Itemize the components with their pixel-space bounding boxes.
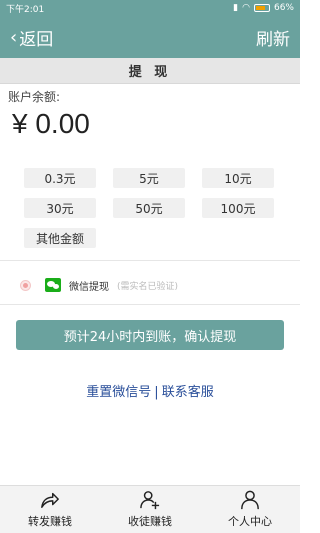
nav-item-profile[interactable]: 个人中心 xyxy=(200,486,300,533)
refresh-button[interactable]: 刷新 xyxy=(256,25,290,50)
wechat-icon xyxy=(45,278,61,292)
wechat-withdraw-option[interactable]: 微信提现 (需实名已验证) xyxy=(0,274,300,296)
battery-icon xyxy=(253,4,270,12)
user-icon xyxy=(241,490,259,510)
chevron-left-icon: ‹ xyxy=(10,26,18,48)
divider xyxy=(0,260,300,261)
add-user-icon xyxy=(140,491,160,510)
amount-option-5[interactable]: 5元 xyxy=(113,168,185,188)
battery-percent: 66% xyxy=(273,3,294,13)
nav-item-share[interactable]: 转发赚钱 xyxy=(0,486,100,533)
link-separator: | xyxy=(154,385,159,400)
wifi-icon: ◠ xyxy=(242,3,250,13)
status-bar: 下午2:01 ▮ ◠ 66% xyxy=(0,0,300,16)
status-icons: ▮ ◠ 66% xyxy=(233,3,294,13)
status-time: 下午2:01 xyxy=(6,4,45,15)
signal-icon: ▮ xyxy=(233,3,239,13)
page-title: 提 现 xyxy=(0,58,300,84)
radio-button[interactable] xyxy=(20,279,31,291)
reset-wechat-link[interactable]: 重置微信号 xyxy=(86,385,151,400)
back-button[interactable]: ‹ 返回 xyxy=(10,25,53,50)
contact-service-link[interactable]: 联系客服 xyxy=(162,385,214,400)
nav-label: 个人中心 xyxy=(228,515,272,528)
nav-item-recruit[interactable]: 收徒赚钱 xyxy=(100,486,200,533)
balance-label: 账户余额: xyxy=(8,90,61,104)
amount-option-50[interactable]: 50元 xyxy=(113,198,185,218)
amount-option-10[interactable]: 10元 xyxy=(202,168,274,188)
confirm-withdraw-button[interactable]: 预计24小时内到账，确认提现 xyxy=(16,320,284,350)
amount-option-other[interactable]: 其他金额 xyxy=(24,228,96,248)
app-bar: ‹ 返回 刷新 xyxy=(0,16,300,58)
amount-option-30[interactable]: 30元 xyxy=(24,198,96,218)
links-row: 重置微信号 | 联系客服 xyxy=(0,381,300,400)
wechat-label: 微信提现 xyxy=(69,281,109,293)
share-icon xyxy=(41,492,59,508)
bottom-nav: 转发赚钱 收徒赚钱 个人中心 xyxy=(0,485,300,533)
divider xyxy=(0,304,300,305)
amount-option-0-3[interactable]: 0.3元 xyxy=(24,168,96,188)
balance-value: ¥ 0.00 xyxy=(12,108,90,139)
nav-label: 收徒赚钱 xyxy=(128,515,172,528)
nav-label: 转发赚钱 xyxy=(28,515,72,528)
wechat-note: (需实名已验证) xyxy=(117,281,179,292)
back-label: 返回 xyxy=(19,29,54,50)
amount-option-100[interactable]: 100元 xyxy=(202,198,274,218)
